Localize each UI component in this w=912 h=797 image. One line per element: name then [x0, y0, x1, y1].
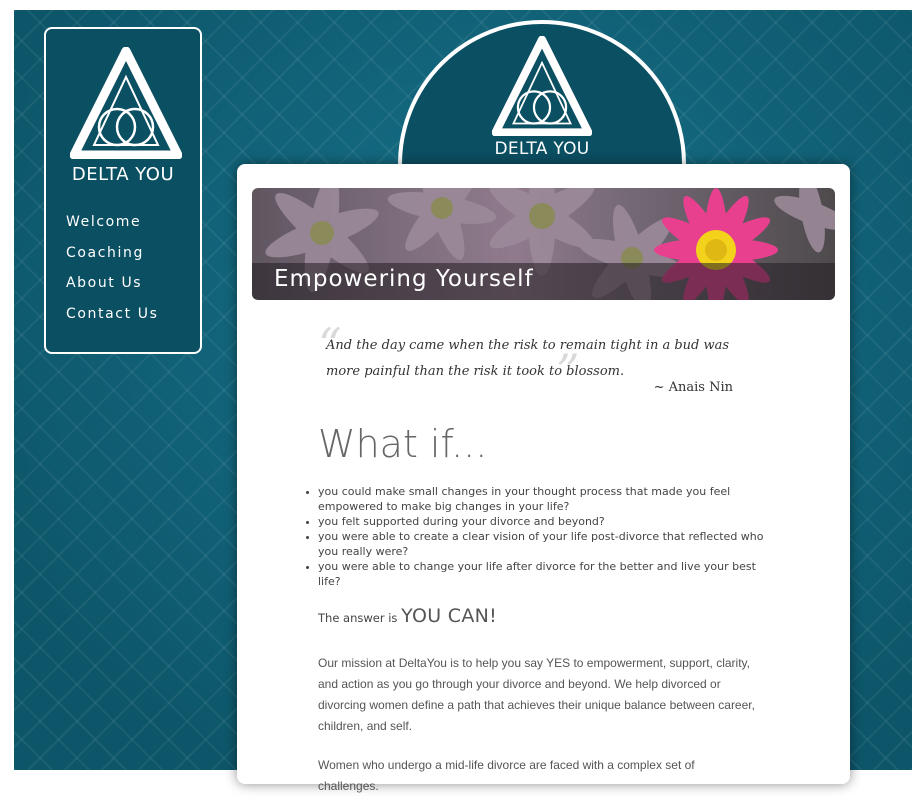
list-item: you felt supported during your divorce a…: [318, 514, 768, 529]
nav-welcome[interactable]: Welcome: [66, 207, 158, 238]
what-if-list: you could make small changes in your tho…: [318, 484, 768, 589]
delta-logo-icon[interactable]: [70, 47, 182, 159]
list-item: you could make small changes in your tho…: [318, 484, 768, 514]
banner-title: Empowering Yourself: [274, 266, 534, 292]
close-quote-mark: ”: [556, 344, 580, 398]
quote-author: ~ Anais Nin: [653, 380, 733, 395]
list-item: you were able to change your life after …: [318, 559, 768, 589]
nav-contact-us[interactable]: Contact Us: [66, 299, 158, 330]
nav-about-us[interactable]: About Us: [66, 268, 158, 299]
brand-name: DELTA YOU: [71, 164, 175, 185]
header-delta-logo-icon[interactable]: [491, 35, 593, 140]
challenges-paragraph: Women who undergo a mid-life divorce are…: [318, 758, 695, 793]
nav-coaching[interactable]: Coaching: [66, 238, 158, 269]
answer-prefix: The answer is: [318, 611, 398, 625]
hero-banner: Empowering Yourself: [252, 188, 835, 300]
sidebar: DELTA YOU Welcome Coaching About Us Cont…: [44, 27, 202, 354]
main-nav: Welcome Coaching About Us Contact Us: [66, 207, 158, 329]
section-heading: What if...: [318, 422, 488, 466]
mission-paragraph: Our mission at DeltaYou is to help you s…: [318, 656, 755, 733]
answer-emphasis: YOU CAN!: [401, 605, 498, 627]
list-item: you were able to create a clear vision o…: [318, 529, 768, 559]
answer-line: The answer is YOU CAN!: [318, 605, 497, 627]
quote-text: And the day came when the risk to remain…: [326, 338, 730, 379]
header-brand-name: DELTA YOU: [494, 139, 590, 159]
